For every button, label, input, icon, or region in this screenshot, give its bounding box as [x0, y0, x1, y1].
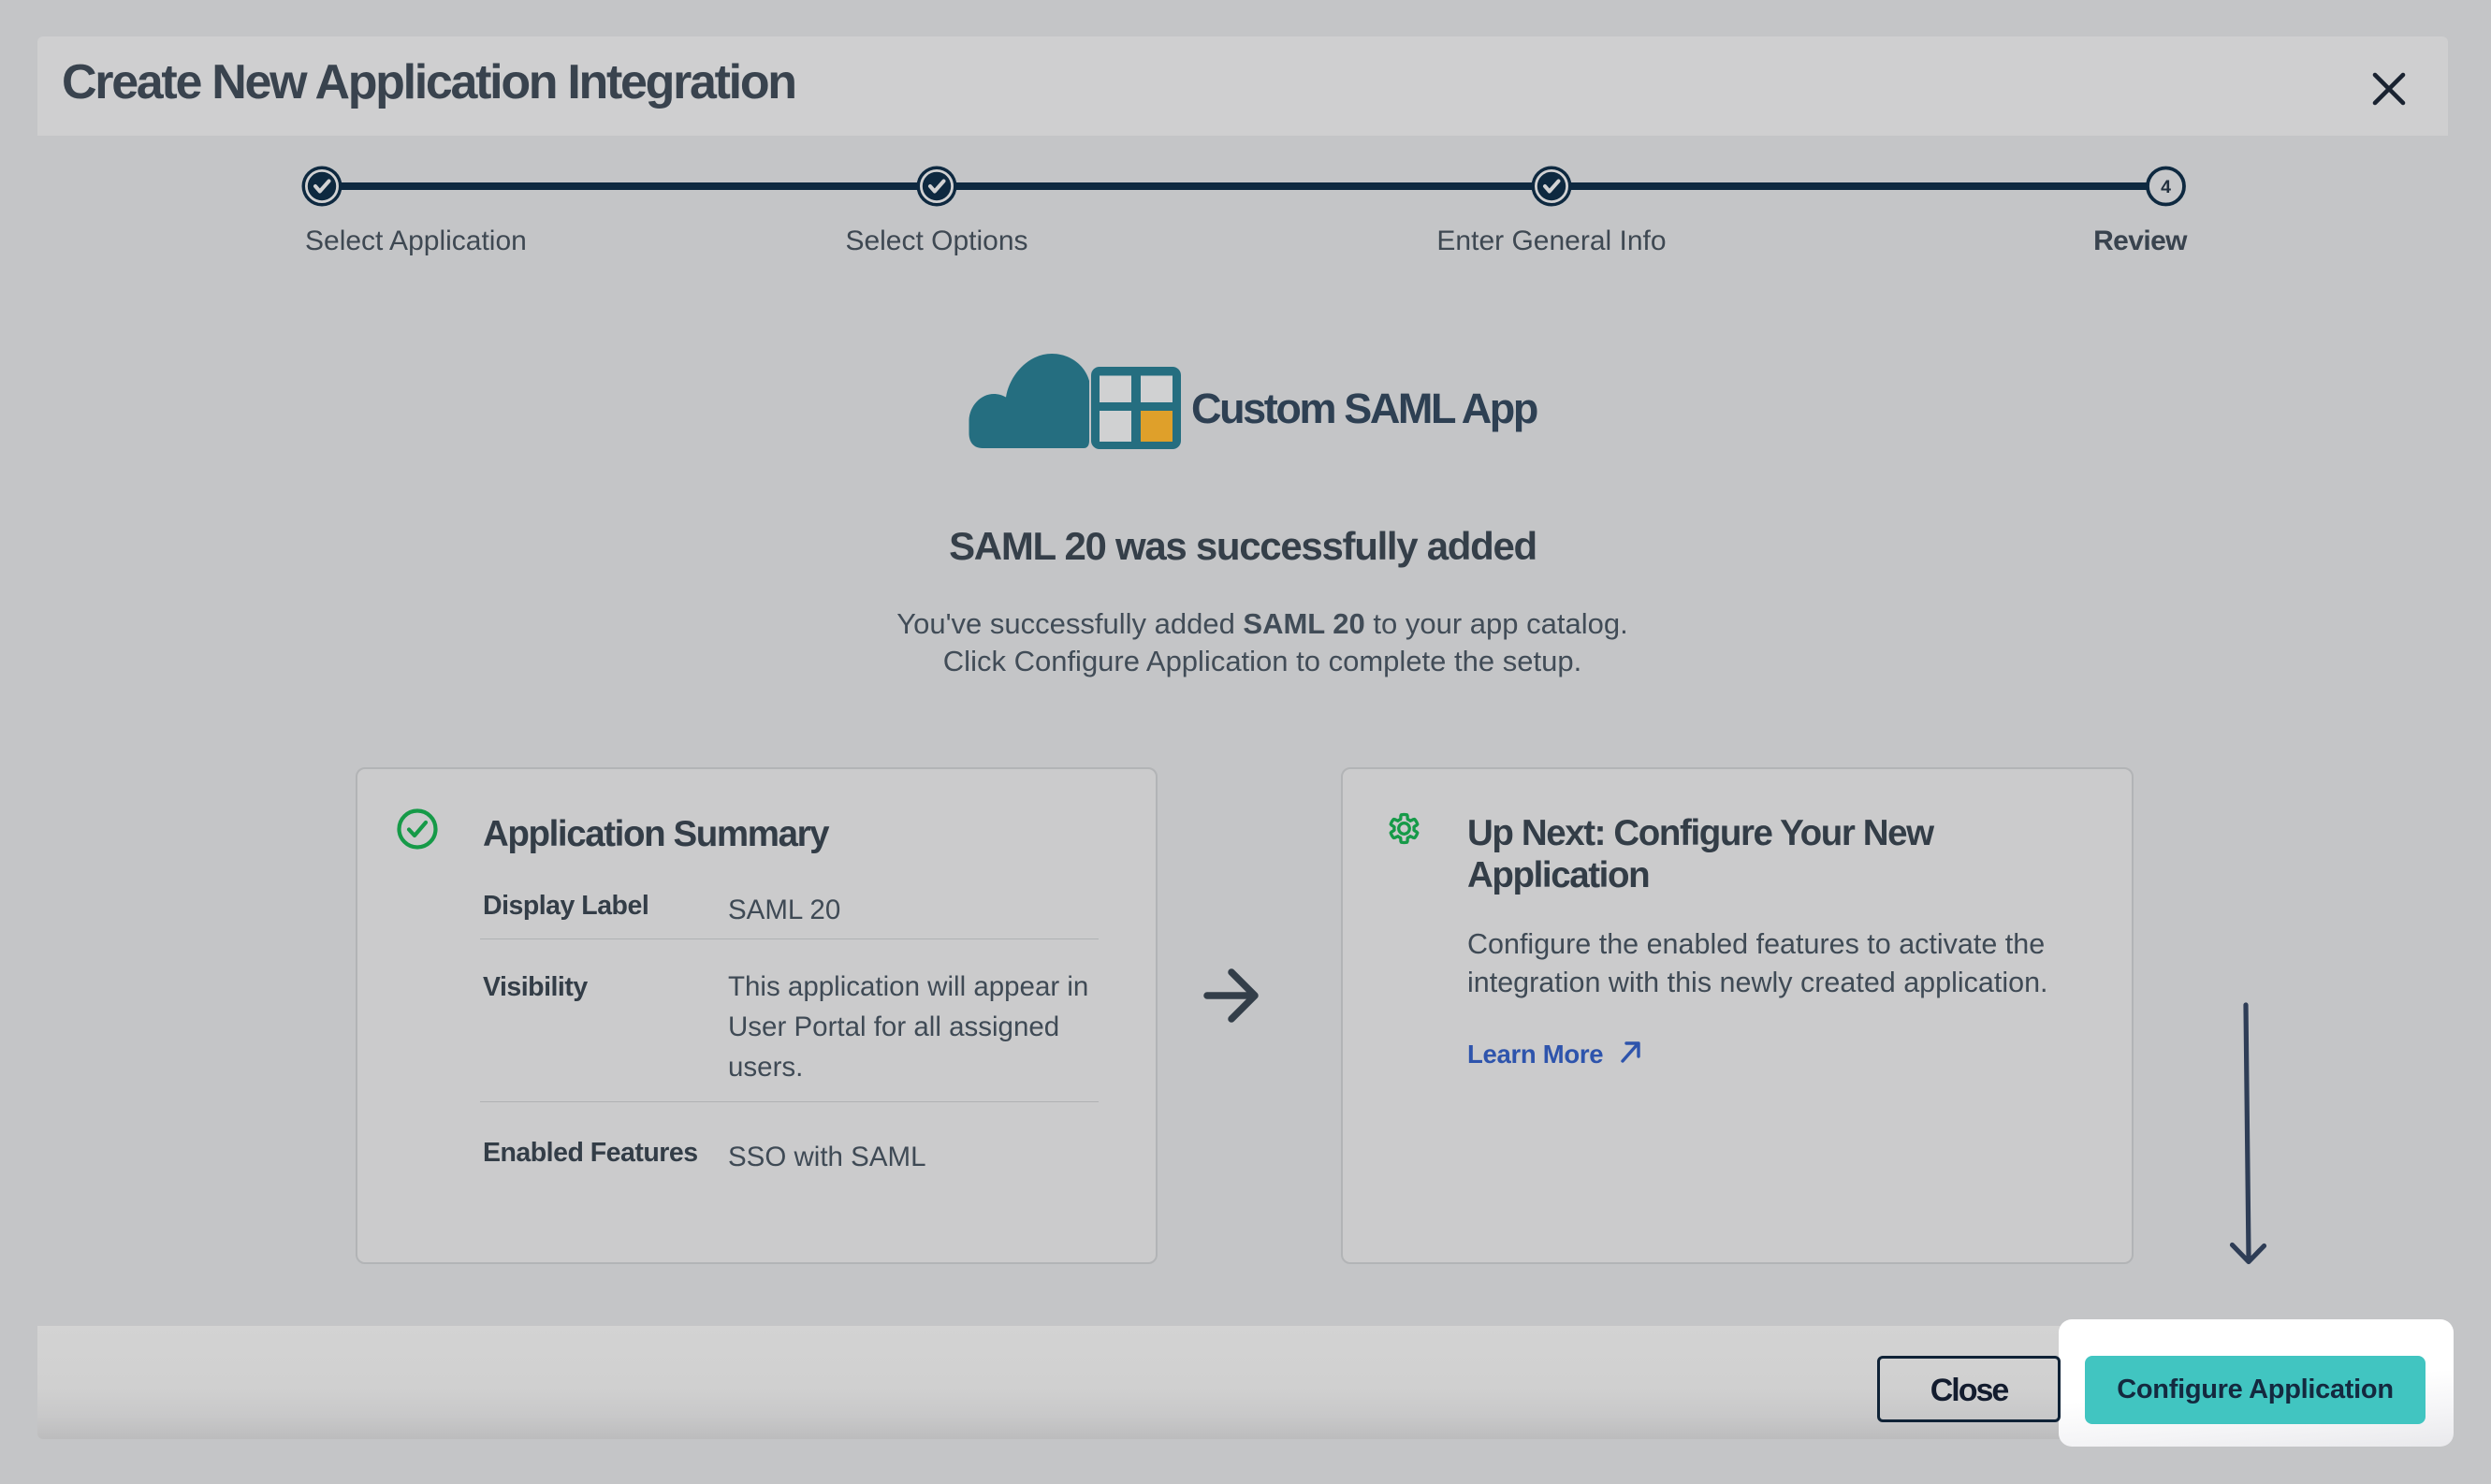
svg-text:4: 4	[2161, 177, 2171, 197]
